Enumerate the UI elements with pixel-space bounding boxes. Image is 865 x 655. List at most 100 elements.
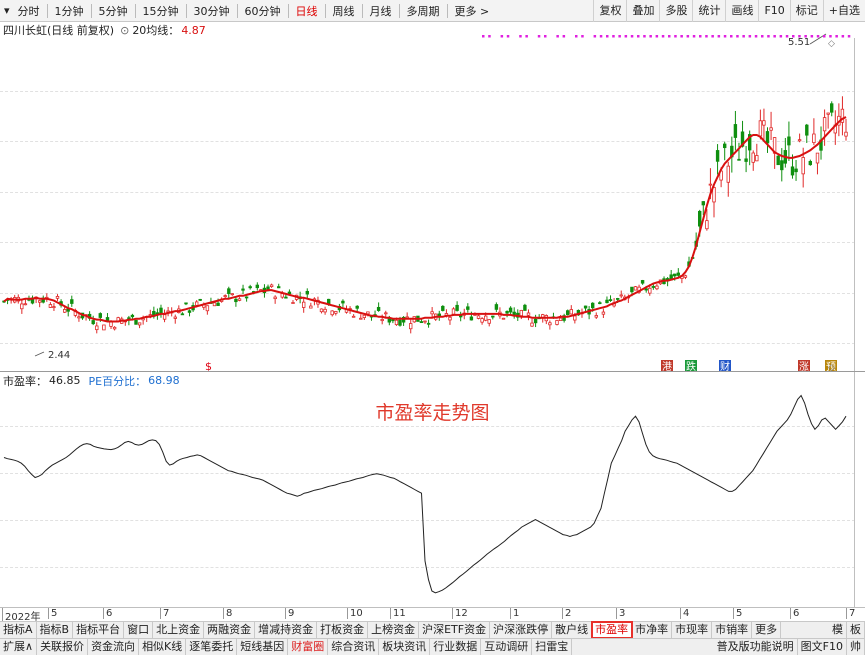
bottom-tab[interactable]: 沪深涨跌停 xyxy=(490,622,553,638)
event-dot xyxy=(581,35,584,38)
bottom-tab[interactable]: 板块资讯 xyxy=(379,639,431,655)
side-tab[interactable]: 普及版功能说明 xyxy=(714,639,798,655)
candle-body xyxy=(822,117,827,132)
event-dot xyxy=(482,35,485,38)
bottom-tab[interactable]: 财富圈 xyxy=(288,639,329,655)
candle-body xyxy=(130,314,135,318)
bottom-tab[interactable]: 行业数据 xyxy=(430,639,482,655)
side-tab[interactable]: 图文F10 xyxy=(798,639,847,655)
event-dot xyxy=(742,35,745,38)
event-dot xyxy=(544,35,547,38)
event-dot xyxy=(767,35,770,38)
candle-body xyxy=(276,286,281,289)
bottom-tab[interactable]: 窗口 xyxy=(124,622,154,638)
candle-body xyxy=(91,320,95,325)
bottom-tab[interactable]: 资金流向 xyxy=(88,639,140,655)
bottom-tab[interactable]: 关联报价 xyxy=(37,639,89,655)
x-axis-label: 10 xyxy=(347,608,363,619)
candle-body xyxy=(334,311,338,314)
candle-body xyxy=(776,155,780,166)
indicator-tab-list: 指标A 指标B 指标平台 窗口 北上资金 两融资金 增减持资金 打板资金 上榜资金 沪深ETF资金… xyxy=(0,621,829,639)
candle-body xyxy=(234,298,238,303)
bottom-tab[interactable]: 打板资金 xyxy=(317,622,369,638)
candle-body xyxy=(23,303,28,306)
candle-body xyxy=(184,302,188,305)
bottom-tab[interactable]: 指标A xyxy=(0,622,37,638)
candle-body xyxy=(469,316,474,321)
event-dot xyxy=(537,35,541,38)
candle-body xyxy=(351,315,356,318)
candle-body xyxy=(569,309,573,315)
event-dot xyxy=(705,35,708,38)
candle-body xyxy=(787,136,791,146)
candle-body xyxy=(380,319,384,322)
candle-body xyxy=(48,304,53,308)
bottom-tab[interactable]: 北上资金 xyxy=(153,622,205,638)
bottom-tab[interactable]: 扫雷宝 xyxy=(532,639,573,655)
candle-body xyxy=(55,296,60,299)
candle-body xyxy=(102,324,106,331)
event-dot xyxy=(823,35,826,38)
chart-canvas[interactable]: $ 港跌财涨预 xyxy=(0,0,865,655)
bottom-tab[interactable]: 互动调研 xyxy=(481,639,533,655)
event-dot xyxy=(519,35,522,38)
bottom-tab[interactable]: 上榜资金 xyxy=(368,622,420,638)
candle-body xyxy=(601,311,606,315)
side-tab[interactable]: 模 xyxy=(829,622,847,638)
candle-body xyxy=(70,299,74,304)
bottom-tab[interactable]: 市销率 xyxy=(712,622,753,638)
x-axis: 2022年 5 6 7 8 9 10 11 12 1 2 3 4 5 6 7 xyxy=(0,607,865,623)
event-dot xyxy=(599,35,603,38)
pe-annotation: 市盈率走势图 xyxy=(375,402,490,424)
pe-header: 市盈率： 46.85 PE百分比： 68.98 xyxy=(0,373,865,388)
event-dot xyxy=(748,35,752,38)
bottom-tab[interactable]: 综合资讯 xyxy=(328,639,380,655)
event-dot xyxy=(717,35,721,38)
candle-body xyxy=(505,310,509,314)
x-axis-label: 6 xyxy=(790,608,799,619)
extension-tabs: 扩展∧ 关联报价 资金流向 相似K线 逐笔委托 短线基因 财富圈 综合资讯 板块资讯 行业数据 互动… xyxy=(0,638,865,655)
candle-body xyxy=(605,299,609,304)
event-dot xyxy=(779,35,783,38)
candle-body xyxy=(758,120,763,137)
bottom-tab[interactable]: 沪深ETF资金 xyxy=(419,622,491,638)
x-axis-label: 5 xyxy=(733,608,742,619)
bottom-tab[interactable]: 指标B xyxy=(37,622,74,638)
candle-body xyxy=(341,300,345,304)
bottom-tab[interactable]: 逐笔委托 xyxy=(186,639,238,655)
candle-body xyxy=(591,302,595,309)
bottom-tab[interactable]: 两融资金 xyxy=(204,622,256,638)
extension-tab-list: 扩展∧ 关联报价 资金流向 相似K线 逐笔委托 短线基因 财富圈 综合资讯 板块资讯 行业数据 互动… xyxy=(0,639,714,655)
candle-body xyxy=(762,120,766,126)
candle-body xyxy=(394,319,399,326)
candle-body xyxy=(244,296,249,299)
template-tabs: 模板 xyxy=(829,622,865,638)
candle-body xyxy=(426,322,431,325)
side-tab[interactable]: 帅 xyxy=(847,639,865,655)
candle-body xyxy=(830,103,834,113)
x-axis-label: 2 xyxy=(562,608,571,619)
candle-body xyxy=(241,288,245,291)
bottom-tab[interactable]: 扩展∧ xyxy=(0,639,38,655)
x-axis-label: 9 xyxy=(285,608,294,619)
candle-body xyxy=(769,127,773,131)
candle-body xyxy=(291,302,295,304)
event-dot xyxy=(816,35,820,38)
bottom-tab[interactable]: 市现率 xyxy=(672,622,713,638)
pe-percent-value: 68.98 xyxy=(148,374,180,387)
event-dot xyxy=(686,35,690,38)
bottom-tab[interactable]: 增减持资金 xyxy=(255,622,318,638)
side-tab[interactable]: 板 xyxy=(847,622,865,638)
candle-body xyxy=(519,309,523,317)
bottom-tab[interactable]: 相似K线 xyxy=(139,639,187,655)
bottom-tab[interactable]: 市盈率 xyxy=(591,621,634,639)
diamond-icon[interactable]: ◇ xyxy=(828,39,835,49)
candle-body xyxy=(430,311,434,315)
bottom-tab[interactable]: 散户线 xyxy=(552,622,593,638)
bottom-tab[interactable]: 指标平台 xyxy=(73,622,125,638)
candle-body xyxy=(269,284,274,288)
pe-line xyxy=(3,394,847,594)
bottom-tab[interactable]: 更多 xyxy=(752,622,782,638)
bottom-tab[interactable]: 市净率 xyxy=(632,622,673,638)
bottom-tab[interactable]: 短线基因 xyxy=(237,639,289,655)
